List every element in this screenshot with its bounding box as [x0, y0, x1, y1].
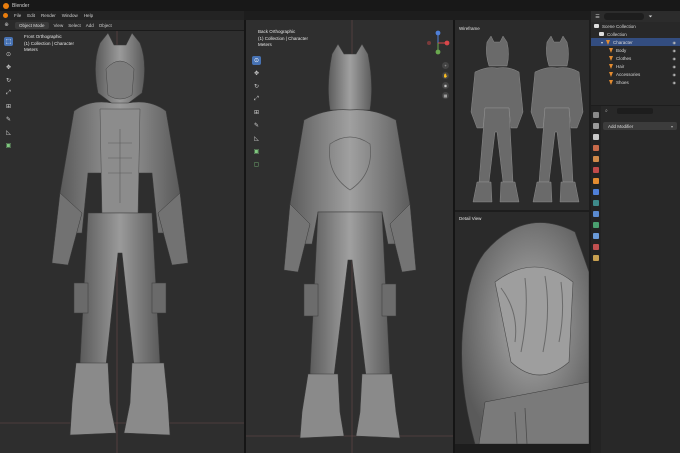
- eye-icon[interactable]: ◉: [673, 72, 677, 77]
- tool-tab-icon[interactable]: [593, 112, 599, 118]
- outliner-header: ☰ ⏷: [591, 11, 680, 22]
- outliner-search-input[interactable]: [604, 13, 644, 20]
- outliner-row-accessories[interactable]: Accessories ◉: [591, 70, 680, 78]
- add-modifier-button[interactable]: Add Modifier ▾: [603, 122, 677, 130]
- outliner-row-character[interactable]: ▾ Character ◉: [591, 38, 680, 46]
- outliner-row-hair[interactable]: Hair ◉: [591, 62, 680, 70]
- front-character-model[interactable]: [30, 33, 210, 443]
- outliner-label: Accessories: [616, 71, 641, 77]
- world-tab-icon[interactable]: [593, 167, 599, 173]
- data-tab-icon[interactable]: [593, 233, 599, 239]
- menu-window[interactable]: Window: [62, 13, 78, 18]
- menu-render[interactable]: Render: [41, 13, 56, 18]
- outliner-label: Shoes: [616, 79, 629, 85]
- outliner-row-body[interactable]: Body ◉: [591, 46, 680, 54]
- outliner-panel: ☰ ⏷ Scene Collection Collection ▾ Charac…: [591, 11, 680, 105]
- scene-tab-icon[interactable]: [593, 156, 599, 162]
- add-modifier-label: Add Modifier: [608, 123, 634, 129]
- header-menu-object[interactable]: Object: [99, 23, 112, 28]
- outliner-label: Character: [613, 39, 633, 45]
- mesh-icon: [609, 79, 613, 85]
- blender-logo-icon: [3, 2, 9, 9]
- view-layer-tab-icon[interactable]: [593, 145, 599, 151]
- header-menu-add[interactable]: Add: [86, 23, 94, 28]
- mesh-icon: [609, 71, 613, 77]
- filter-icon[interactable]: ⏷: [647, 13, 654, 20]
- blender-menu-logo-icon[interactable]: [3, 13, 8, 18]
- properties-content: ⌕ Add Modifier ▾: [603, 106, 680, 130]
- particles-tab-icon[interactable]: [593, 200, 599, 206]
- output-tab-icon[interactable]: [593, 134, 599, 140]
- mode-dropdown[interactable]: Object Mode: [15, 21, 49, 29]
- outliner-label: Collection: [607, 31, 627, 37]
- outliner-row-collection[interactable]: Collection: [591, 30, 680, 38]
- properties-search-input[interactable]: [616, 108, 653, 114]
- scene-collection-icon: [594, 24, 599, 28]
- eye-icon[interactable]: ◉: [673, 64, 677, 69]
- chevron-down-icon: ▾: [670, 123, 673, 129]
- render-tab-icon[interactable]: [593, 123, 599, 129]
- object-tab-icon[interactable]: [593, 178, 599, 184]
- front-viewport-header: ⊕ Object Mode View Select Add Object: [0, 20, 244, 31]
- back-viewport[interactable]: Back Orthographic (1) Collection | Chara…: [246, 20, 453, 453]
- outliner-label: Body: [616, 47, 627, 53]
- wireframe-viewport[interactable]: Wireframe: [455, 20, 589, 210]
- constraints-tab-icon[interactable]: [593, 222, 599, 228]
- eye-icon[interactable]: ◉: [673, 80, 677, 85]
- expand-arrow-icon[interactable]: ▾: [601, 40, 603, 45]
- outliner-editor-icon[interactable]: ☰: [594, 13, 601, 20]
- front-viewport[interactable]: Front Orthographic (1) Collection | Char…: [0, 31, 244, 453]
- back-character-model[interactable]: [270, 44, 430, 444]
- wrench-icon[interactable]: [593, 189, 599, 195]
- properties-header: ⌕: [603, 106, 680, 116]
- title-bar: Blender: [0, 0, 680, 11]
- physics-tab-icon[interactable]: [593, 211, 599, 217]
- mesh-icon: [609, 47, 613, 53]
- pin-icon[interactable]: ⌕: [605, 108, 608, 114]
- outliner-row-scene-collection[interactable]: Scene Collection: [591, 22, 680, 30]
- header-menu-view[interactable]: View: [54, 23, 64, 28]
- menu-file[interactable]: File: [14, 13, 21, 18]
- eye-icon[interactable]: ◉: [673, 40, 677, 45]
- properties-panel: ⌕ Add Modifier ▾: [591, 106, 680, 453]
- menu-help[interactable]: Help: [84, 13, 93, 18]
- outliner-row-shoes[interactable]: Shoes ◉: [591, 78, 680, 86]
- window-title: Blender: [12, 2, 30, 9]
- detail-character-bust[interactable]: [455, 212, 589, 444]
- mesh-icon: [609, 55, 613, 61]
- collection-icon: [599, 32, 604, 36]
- header-menu-select[interactable]: Select: [68, 23, 81, 28]
- outliner-label: Hair: [616, 63, 625, 69]
- wireframe-label: Wireframe: [459, 26, 480, 31]
- properties-tabs: [591, 106, 601, 453]
- material-tab-icon[interactable]: [593, 244, 599, 250]
- eye-icon[interactable]: ◉: [673, 56, 677, 61]
- wireframe-character-models[interactable]: [459, 36, 585, 208]
- mesh-icon: [609, 63, 613, 69]
- outliner-row-clothes[interactable]: Clothes ◉: [591, 54, 680, 62]
- outliner-label: Clothes: [616, 55, 632, 61]
- menu-bar: File Edit Render Window Help: [0, 11, 244, 20]
- outliner-label: Scene Collection: [602, 23, 636, 29]
- eye-icon[interactable]: ◉: [673, 48, 677, 53]
- editor-type-icon[interactable]: ⊕: [3, 22, 10, 29]
- texture-tab-icon[interactable]: [593, 255, 599, 261]
- menu-edit[interactable]: Edit: [27, 13, 35, 18]
- object-icon: [606, 39, 611, 45]
- detail-viewport[interactable]: Detail View: [455, 212, 589, 444]
